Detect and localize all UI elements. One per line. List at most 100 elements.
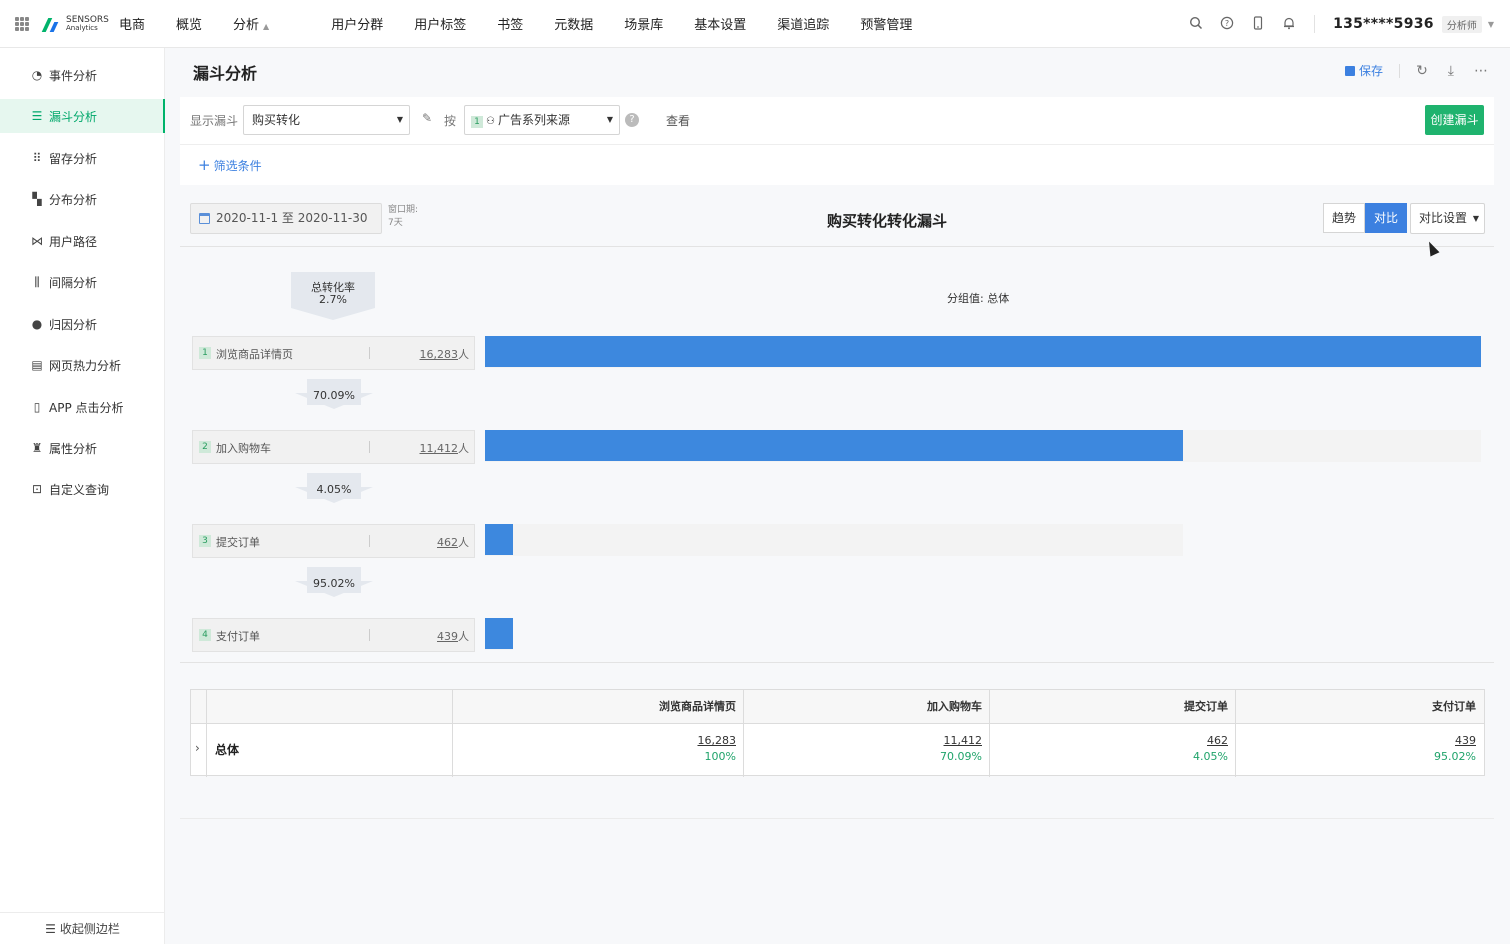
by-label: 按	[444, 114, 457, 128]
sidebar-item-retention-analysis[interactable]: ⠿ 留存分析	[0, 141, 165, 175]
save-button[interactable]: 保存	[1345, 62, 1383, 79]
collapse-sidebar-label: 收起侧边栏	[59, 922, 120, 936]
mobile-icon[interactable]	[1250, 16, 1266, 32]
nav-item-ecommerce[interactable]: 电商	[119, 14, 145, 33]
sidebar-item-event-analysis[interactable]: ◔ 事件分析	[0, 58, 165, 92]
top-right-tools: ? 135****5936 分析师 ▼	[1188, 0, 1494, 48]
expand-row-icon[interactable]: ›	[195, 741, 200, 755]
step-count[interactable]: 16,283人	[420, 346, 470, 362]
bell-icon[interactable]	[1281, 16, 1297, 32]
more-icon[interactable]: ⋯	[1474, 63, 1488, 79]
nav-item-user-tags[interactable]: 用户标签	[414, 14, 466, 33]
cell-value[interactable]: 16,283	[453, 734, 737, 748]
sidebar-item-web-heatmap[interactable]: ▤ 网页热力分析	[0, 348, 165, 382]
divider	[369, 535, 370, 547]
sidebar-item-attribute-analysis[interactable]: ♜ 属性分析	[0, 431, 165, 465]
sidebar-item-label: 事件分析	[49, 68, 98, 83]
tab-compare[interactable]: 对比	[1365, 203, 1408, 233]
help-icon[interactable]: ?	[625, 113, 639, 127]
calendar-icon	[199, 213, 210, 224]
sidebar-item-interval-analysis[interactable]: ⫼ 间隔分析	[0, 265, 165, 299]
sidebar-item-custom-query[interactable]: ⊡ 自定义查询	[0, 472, 165, 506]
divider	[206, 690, 207, 777]
nav-item-bookmarks[interactable]: 书签	[497, 14, 523, 33]
sidebar-item-attribution-analysis[interactable]: ● 归因分析	[0, 307, 165, 341]
nav-item-channel-tracking[interactable]: 渠道追踪	[777, 14, 829, 33]
step-count[interactable]: 439人	[437, 628, 469, 644]
heatmap-icon: ▤	[31, 358, 43, 372]
funnel-bar[interactable]	[485, 430, 1183, 461]
step-index-badge: 2	[199, 441, 211, 453]
cell-value[interactable]: 462	[990, 734, 1228, 748]
caret-down-icon: ▼	[396, 115, 403, 124]
divider	[180, 662, 1494, 663]
collapse-sidebar-button[interactable]: ☰ 收起侧边栏	[0, 912, 165, 944]
step-count-value: 11,412	[419, 442, 459, 455]
sidebar-item-user-path[interactable]: ⋈ 用户路径	[0, 224, 165, 258]
edit-icon[interactable]: ✎	[422, 111, 432, 125]
sidebar-item-label: 自定义查询	[49, 482, 110, 497]
funnel-bar[interactable]	[485, 618, 513, 649]
table-header-step-4: 支付订单	[1236, 690, 1484, 724]
compare-settings-label: 对比设置	[1419, 211, 1468, 225]
compare-settings-dropdown[interactable]: 对比设置 ▼	[1410, 203, 1485, 234]
sidebar-item-funnel-analysis[interactable]: ☰ 漏斗分析	[0, 99, 165, 133]
top-navbar: SENSORS Analytics 电商 概览 分析 ▲ 用户分群 用户标签 书签 …	[0, 0, 1510, 48]
nav-item-alert-management[interactable]: 预警管理	[860, 14, 912, 33]
funnel-bar[interactable]	[485, 336, 1481, 367]
sidebar-item-label: APP 点击分析	[49, 400, 124, 415]
step-count[interactable]: 462人	[437, 534, 469, 550]
sidebar-item-app-click-analysis[interactable]: ▯ APP 点击分析	[0, 390, 165, 424]
view-label: 查看	[666, 114, 691, 128]
funnel-step[interactable]: 2 加入购物车 11,412人	[192, 430, 475, 464]
table-header-cell	[207, 690, 453, 724]
nav-item-basic-settings[interactable]: 基本设置	[694, 14, 746, 33]
filter-label: 筛选条件	[213, 159, 262, 173]
cell-value[interactable]: 11,412	[744, 734, 983, 748]
cell-percent: 4.05%	[1193, 750, 1228, 763]
table-header-step-3: 提交订单	[990, 690, 1236, 724]
group-by-select[interactable]: 1 ⚇ 广告系列来源 ▼	[464, 105, 620, 135]
sidebar-item-label: 分布分析	[49, 192, 98, 207]
step-count[interactable]: 11,412人	[420, 440, 470, 456]
funnel-bar[interactable]	[485, 524, 513, 555]
step-conversion-rate: 70.09%	[295, 379, 373, 417]
nav-item-user-groups[interactable]: 用户分群	[331, 14, 383, 33]
bar-track	[485, 524, 1183, 556]
header-actions: 保存 ↻ ⤓ ⋯	[1345, 62, 1488, 79]
caret-down-icon: ▼	[606, 115, 613, 124]
create-funnel-button[interactable]: 创建漏斗	[1425, 105, 1484, 135]
nav-item-analysis[interactable]: 分析 ▲	[233, 14, 300, 33]
help-icon[interactable]: ?	[1219, 16, 1235, 32]
funnel-step[interactable]: 1 浏览商品详情页 16,283人	[192, 336, 475, 370]
app-grid-icon[interactable]	[15, 16, 29, 31]
funnel-step[interactable]: 4 支付订单 439人	[192, 618, 475, 652]
add-filter-button[interactable]: + 筛选条件	[198, 156, 262, 174]
chevron-up-icon: ▲	[263, 22, 270, 31]
funnel-table: 浏览商品详情页 加入购物车 提交订单 支付订单 › 总体 16,283 100% …	[190, 689, 1485, 777]
search-icon[interactable]	[1188, 16, 1204, 32]
chevron-down-icon[interactable]: ▼	[1488, 20, 1494, 29]
plus-icon: +	[198, 156, 211, 174]
date-range-picker[interactable]: 2020-11-1 至 2020-11-30	[190, 203, 382, 234]
sensors-logo[interactable]: SENSORS Analytics	[43, 15, 113, 32]
refresh-icon[interactable]: ↻	[1416, 63, 1428, 79]
sidebar-item-distribution-analysis[interactable]: ▚ 分布分析	[0, 182, 165, 216]
cell-value[interactable]: 439	[1236, 734, 1476, 748]
funnel-select-value: 购买转化	[252, 113, 301, 127]
divider	[180, 818, 1494, 819]
nav-item-metadata[interactable]: 元数据	[554, 14, 593, 33]
nav-item-scenarios[interactable]: 场景库	[624, 14, 663, 33]
sidebar-item-label: 间隔分析	[49, 275, 98, 290]
user-name[interactable]: 135****5936	[1333, 16, 1434, 32]
tab-trend[interactable]: 趋势	[1323, 203, 1366, 233]
group-by-value: 广告系列来源	[497, 113, 570, 127]
save-label: 保存	[1359, 64, 1384, 78]
download-icon[interactable]: ⤓	[1448, 63, 1454, 79]
conversion-value: 95.02%	[313, 577, 355, 590]
funnel-step[interactable]: 3 提交订单 462人	[192, 524, 475, 558]
distribution-icon: ▚	[32, 192, 42, 206]
nav-item-overview[interactable]: 概览	[176, 14, 202, 33]
funnel-select[interactable]: 购买转化 ▼	[243, 105, 410, 135]
role-badge[interactable]: 分析师	[1441, 15, 1482, 33]
